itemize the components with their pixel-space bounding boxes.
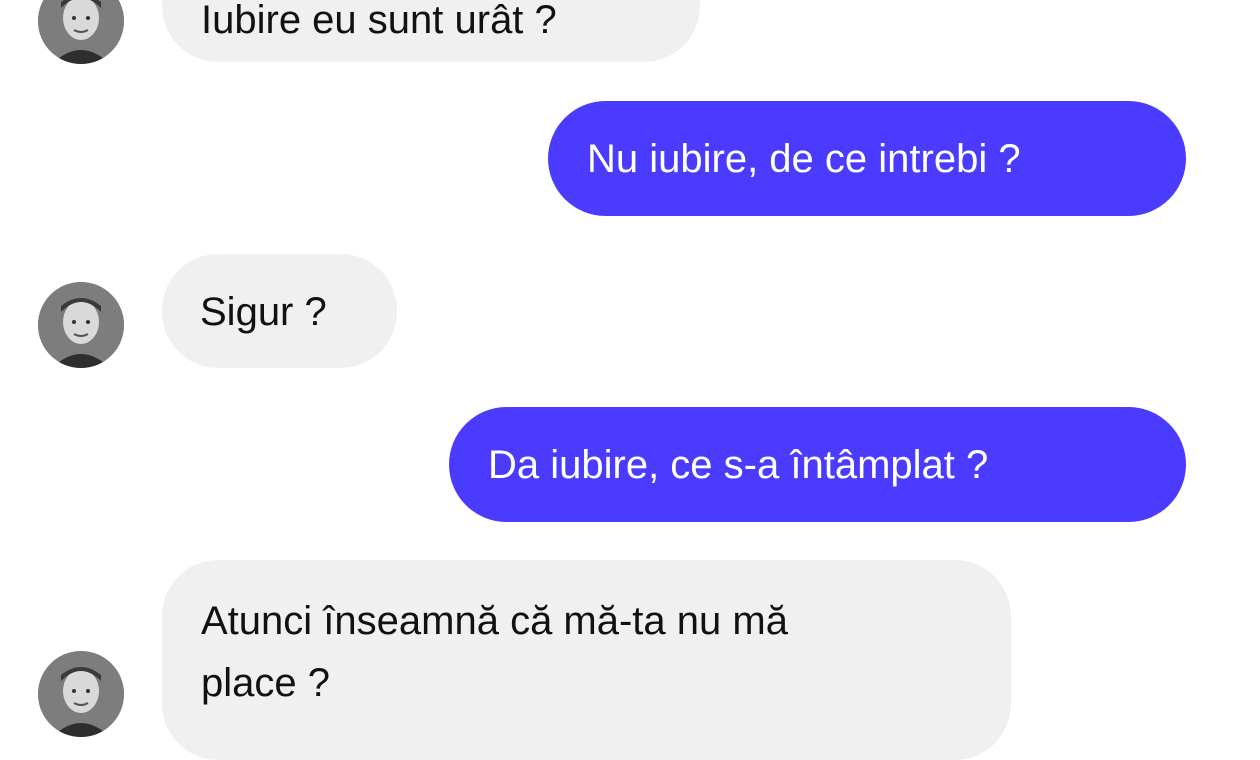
message-bubble-incoming[interactable]: Sigur ? xyxy=(162,254,397,368)
message-text: Nu iubire, de ce intrebi ? xyxy=(587,137,1021,181)
avatar-photo-icon xyxy=(38,651,124,737)
contact-avatar[interactable] xyxy=(38,282,124,368)
message-bubble-outgoing[interactable]: Da iubire, ce s-a întâmplat ? xyxy=(449,407,1186,522)
contact-avatar[interactable] xyxy=(38,0,124,64)
chat-thread: Iubire eu sunt urât ? Nu iubire, de ce i… xyxy=(0,0,1260,760)
message-text-line: Atunci înseamnă că mă-ta nu mă xyxy=(201,599,788,643)
avatar-photo-icon xyxy=(38,282,124,368)
message-text: Da iubire, ce s-a întâmplat ? xyxy=(488,443,989,487)
contact-avatar[interactable] xyxy=(38,651,124,737)
message-bubble-outgoing[interactable]: Nu iubire, de ce intrebi ? xyxy=(548,101,1186,216)
message-bubble-incoming[interactable]: Atunci înseamnă că mă-ta nu mă place ? xyxy=(162,560,1011,760)
avatar-photo-icon xyxy=(38,0,124,64)
message-text: Iubire eu sunt urât ? xyxy=(201,0,557,42)
message-text-line: place ? xyxy=(201,661,330,705)
message-text: Sigur ? xyxy=(200,290,327,334)
message-bubble-incoming[interactable]: Iubire eu sunt urât ? xyxy=(162,0,700,62)
